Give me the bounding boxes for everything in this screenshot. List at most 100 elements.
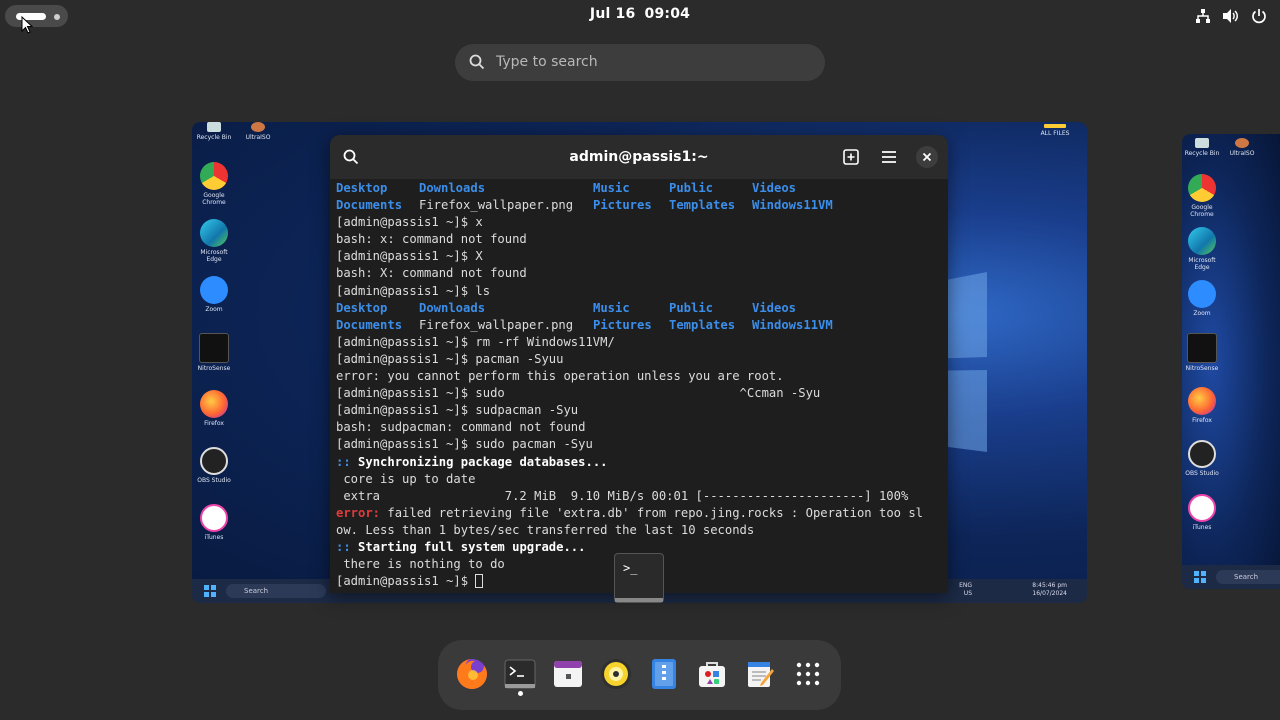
error-label: error: — [336, 505, 381, 520]
windows-start-icon[interactable] — [204, 585, 216, 597]
desktop-icon-label: Firefox — [204, 420, 224, 427]
software-icon — [699, 662, 725, 687]
power-icon[interactable] — [1250, 7, 1268, 25]
directory-entry: Videos — [752, 300, 797, 315]
dock-show-apps[interactable] — [788, 654, 828, 694]
desktop-icon-edge[interactable]: Microsoft Edge — [194, 219, 234, 263]
terminal-window[interactable]: admin@passis1:~ Desktop Downloads Music Pub… — [330, 135, 948, 593]
terminal-text: ow. Less than 1 bytes/sec transferred th… — [336, 522, 755, 537]
desktop-icon-nitrosense[interactable]: NitroSense — [1182, 333, 1222, 372]
calendar-icon — [554, 661, 582, 687]
terminal-text: there is nothing to do — [336, 557, 505, 572]
new-tab-button[interactable] — [841, 147, 861, 167]
close-icon — [922, 152, 932, 162]
terminal-app-thumbnail[interactable]: >_ — [614, 553, 664, 603]
thumbnail-bar — [615, 598, 663, 602]
dock-disk-utility[interactable] — [596, 654, 636, 694]
directory-entry: Pictures — [593, 317, 652, 332]
desktop-icon-label: Recycle Bin — [196, 134, 232, 141]
directory-entry: Public — [669, 300, 714, 315]
workspace-thumbnail-next[interactable]: Recycle Bin UltraISO Google Chrome Micro… — [1182, 134, 1280, 589]
dock-calendar[interactable] — [548, 654, 588, 694]
menu-button[interactable] — [879, 147, 899, 167]
desktop-icon-firefox[interactable]: Firefox — [1182, 387, 1222, 424]
desktop-icon-ultraiso[interactable]: UltraISO — [1222, 138, 1262, 157]
terminal-line: [admin@passis1 ~]$ sudo pacman -Syu — [336, 436, 948, 453]
terminal-text: [admin@passis1 ~]$ x — [336, 215, 483, 230]
directory-entry: Windows11VM — [752, 198, 833, 213]
clock-time: 09:04 — [644, 6, 691, 22]
shell-prompt: [admin@passis1 ~]$ — [336, 574, 476, 589]
desktop-icon-obs[interactable]: OBS Studio — [194, 447, 234, 484]
clock[interactable]: Jul 16 09:04 — [0, 6, 1280, 22]
clock-date: Jul 16 — [589, 6, 636, 22]
terminal-line: ow. Less than 1 bytes/sec transferred th… — [336, 522, 948, 539]
terminal-output[interactable]: Desktop Downloads Music Public Videos Documen… — [336, 180, 948, 590]
desktop-icon-ultraiso[interactable]: UltraISO — [238, 122, 278, 141]
desktop-icon-zoom[interactable]: Zoom — [1182, 280, 1222, 317]
region-code: US — [963, 590, 972, 597]
pacman-heading: Starting full system upgrade... — [350, 539, 586, 554]
system-tray[interactable] — [1194, 7, 1268, 25]
desktop-icon-label: UltraISO — [1229, 150, 1255, 157]
directory-entry: Templates — [669, 198, 736, 213]
dock-software[interactable] — [692, 654, 732, 694]
close-button[interactable] — [916, 146, 938, 168]
terminal-text: error: you cannot perform this operation… — [336, 369, 784, 384]
desktop-icon-firefox[interactable]: Firefox — [194, 390, 234, 427]
windows-start-icon[interactable] — [1194, 571, 1206, 583]
search-entry[interactable]: Type to search — [455, 44, 825, 81]
dock-firefox[interactable] — [452, 654, 492, 694]
pacman-marker: :: — [336, 454, 351, 469]
desktop-icon-obs[interactable]: OBS Studio — [1182, 440, 1222, 477]
terminal-headerbar[interactable]: admin@passis1:~ — [330, 135, 948, 179]
terminal-line: error: you cannot perform this operation… — [336, 368, 948, 385]
desktop-icon-nitrosense[interactable]: NitroSense — [194, 333, 234, 372]
desktop-icon-label: NitroSense — [1185, 365, 1219, 372]
dock-files[interactable] — [644, 654, 684, 694]
desktop-icon-edge[interactable]: Microsoft Edge — [1182, 227, 1222, 271]
dock-terminal[interactable] — [500, 654, 540, 694]
desktop-icon-chrome[interactable]: Google Chrome — [1182, 174, 1222, 218]
error-message: failed retrieving file 'extra.db' from r… — [380, 505, 924, 520]
desktop-icon-label: iTunes — [1192, 524, 1212, 531]
directory-entry: Templates — [669, 317, 736, 332]
language-code: ENG — [959, 582, 972, 589]
desktop-icon-zoom[interactable]: Zoom — [194, 276, 234, 313]
directory-entry: Desktop — [336, 181, 388, 195]
running-indicator — [518, 691, 523, 696]
pacman-marker: :: — [336, 539, 351, 554]
desktop-icon-recycle-bin[interactable]: Recycle Bin — [194, 122, 234, 141]
directory-entry: Downloads — [419, 181, 486, 195]
file-entry: Firefox_wallpaper.png — [419, 317, 574, 332]
desktop-icon-chrome[interactable]: Google Chrome — [194, 162, 234, 206]
desktop-icon-itunes[interactable]: iTunes — [194, 504, 234, 541]
terminal-text: [admin@passis1 ~]$ ls — [336, 283, 491, 298]
terminal-text: [admin@passis1 ~]$ rm -rf Windows11VM/ — [336, 334, 615, 349]
network-icon[interactable] — [1194, 7, 1212, 25]
desktop-icon-label: NitroSense — [197, 365, 231, 372]
directory-entry: Videos — [752, 181, 797, 195]
terminal-text: bash: X: command not found — [336, 266, 527, 281]
windows-search-box[interactable]: Search — [1216, 570, 1280, 584]
terminal-line: extra 7.2 MiB 9.10 MiB/s 00:01 [--------… — [336, 488, 948, 505]
windows-search-label: Search — [1234, 573, 1259, 581]
desktop-icon-label: Zoom — [1193, 310, 1211, 317]
windows-search-box[interactable]: Search — [226, 584, 326, 598]
desktop-icon-itunes[interactable]: iTunes — [1182, 494, 1222, 531]
windows-clock[interactable]: 8:45:46 pm 16/07/2024 — [1032, 582, 1067, 598]
app-grid-icon — [796, 662, 820, 686]
desktop-icon-label: iTunes — [204, 534, 224, 541]
directory-entry: Desktop — [336, 300, 388, 315]
desktop-icon-all-files[interactable]: ALL FILES — [1035, 124, 1075, 137]
terminal-line: [admin@passis1 ~]$ ls — [336, 283, 948, 300]
search-icon — [469, 54, 485, 70]
desktop-icon-recycle-bin[interactable]: Recycle Bin — [1182, 138, 1222, 157]
dock-text-editor[interactable] — [740, 654, 780, 694]
volume-icon[interactable] — [1222, 7, 1240, 25]
terminal-text: [admin@passis1 ~]$ sudo ^Ccman -Syu — [336, 386, 821, 401]
directory-entry: Music — [593, 300, 630, 315]
desktop-icon-label: Microsoft Edge — [200, 249, 228, 263]
language-indicator[interactable]: ENG US — [959, 582, 972, 598]
text-cursor[interactable] — [475, 574, 484, 589]
